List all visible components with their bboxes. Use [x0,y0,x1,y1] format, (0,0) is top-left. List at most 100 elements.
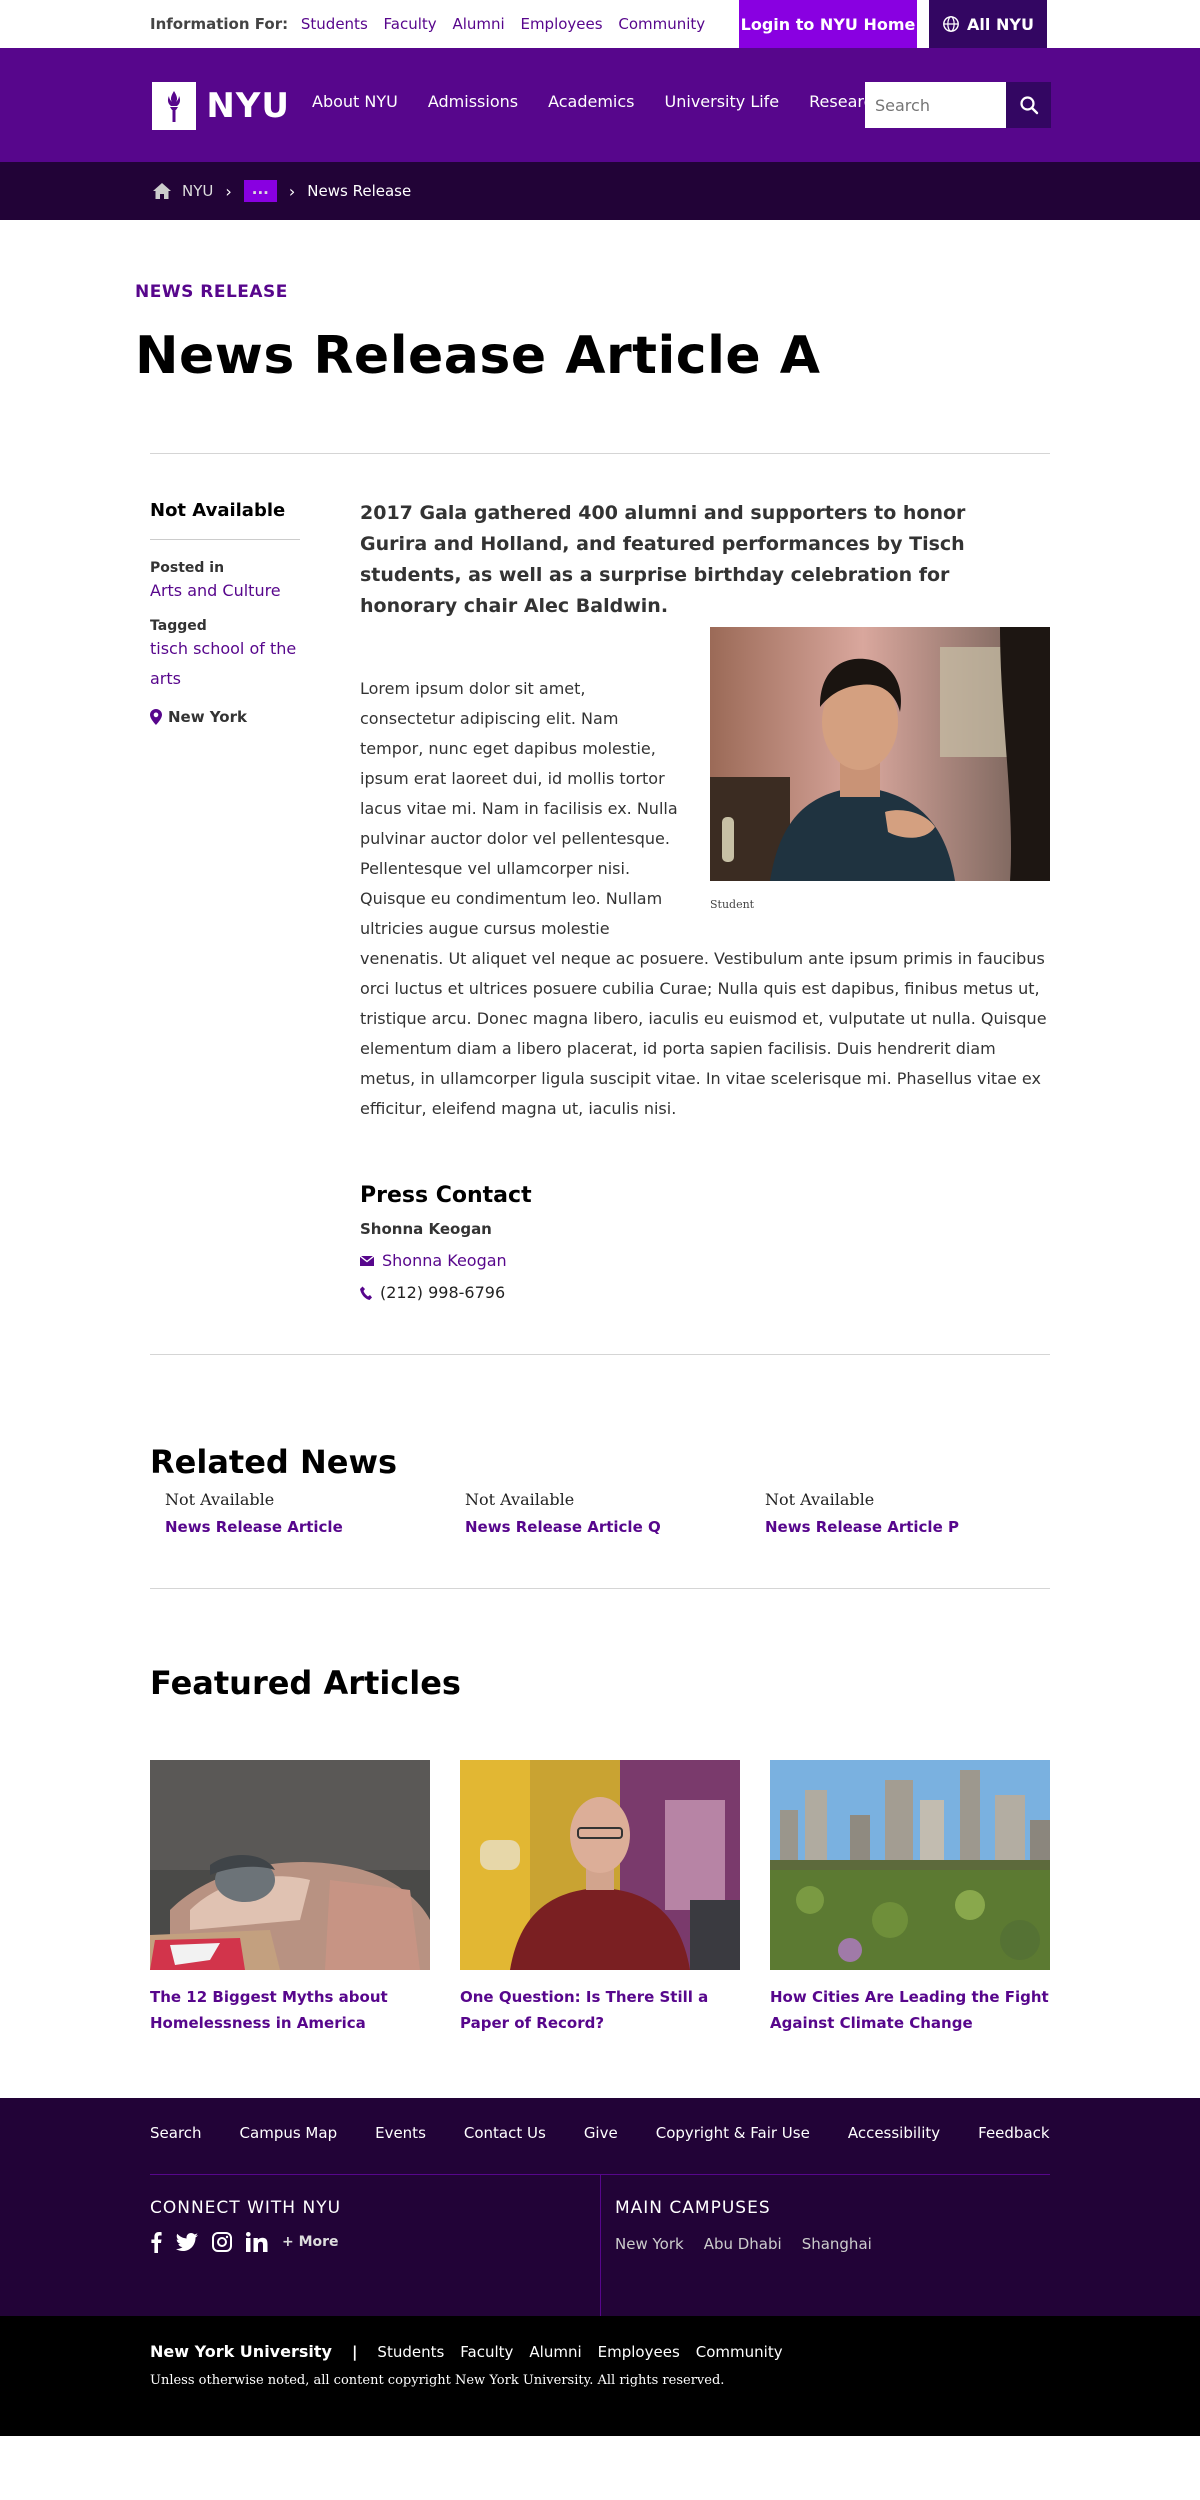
posted-in-label: Posted in [150,560,225,576]
featured-article-link[interactable]: One Question: Is There Still a Paper of … [460,1984,740,2036]
divider [150,453,1050,454]
breadcrumb-nyu[interactable]: NYU [182,182,213,200]
facebook-icon[interactable] [150,2231,162,2253]
search-icon [1019,96,1038,115]
footer-link-contact-us[interactable]: Contact Us [464,2124,546,2142]
audience-link-employees[interactable]: Employees [520,15,602,33]
related-status: Not Available [165,1490,275,1509]
information-for: Information For: Students Faculty Alumni… [150,15,716,33]
nav-about-nyu[interactable]: About NYU [312,92,398,111]
footer-column-divider [600,2174,601,2316]
audience-link-alumni[interactable]: Alumni [452,15,504,33]
press-contact: Press Contact Shonna Keogan Shonna Keoga… [360,1183,532,1302]
audience-link-community[interactable]: Community [618,15,705,33]
site-header: NYU About NYU Admissions Academics Unive… [0,48,1200,162]
nav-admissions[interactable]: Admissions [428,92,518,111]
twitter-icon[interactable] [176,2233,198,2251]
social-links: + More [150,2231,339,2253]
category-link[interactable]: Arts and Culture [150,576,300,606]
sidebar-status: Not Available [150,500,300,540]
press-phone-number: (212) 998-6796 [380,1283,506,1302]
all-nyu-button[interactable]: All NYU [929,0,1047,48]
audience-link-students[interactable]: Students [301,15,368,33]
copyright-notice: Unless otherwise noted, all content copy… [150,2373,725,2388]
connect-heading: CONNECT WITH NYU [150,2198,342,2218]
search-button[interactable] [1006,82,1051,128]
breadcrumb-current: News Release [307,182,412,200]
campuses-heading: MAIN CAMPUSES [615,2198,771,2218]
related-article-link[interactable]: News Release Article P [765,1518,1065,1536]
campus-link-new-york[interactable]: New York [615,2235,684,2253]
nav-university-life[interactable]: University Life [665,92,780,111]
bottom-link-faculty[interactable]: Faculty [460,2343,513,2361]
breadcrumb: NYU › ... › News Release [0,162,1200,220]
utility-bar: Information For: Students Faculty Alumni… [0,0,1200,48]
featured-image-climate[interactable] [770,1760,1050,1970]
press-email: Shonna Keogan [360,1251,532,1270]
bottom-link-employees[interactable]: Employees [598,2343,680,2361]
page-title: News Release Article A [135,326,821,386]
campus-links: New York Abu Dhabi Shanghai [615,2235,892,2253]
map-pin-icon [150,709,162,725]
bottom-bar: New York University | Students Faculty A… [0,2316,1200,2436]
linkedin-icon[interactable] [246,2232,268,2252]
article-kicker: NEWS RELEASE [135,282,288,302]
audience-link-faculty[interactable]: Faculty [384,15,437,33]
logo-text: NYU [206,86,290,126]
featured-card: How Cities Are Leading the Fight Against… [770,1760,1050,2036]
divider [150,1588,1050,1589]
social-more-link[interactable]: + More [282,2234,339,2250]
footer-link-campus-map[interactable]: Campus Map [240,2124,338,2142]
torch-icon [152,82,197,130]
search-box [865,82,1051,128]
nav-academics[interactable]: Academics [548,92,634,111]
breadcrumb-ellipsis-button[interactable]: ... [243,180,277,202]
press-email-link[interactable]: Shonna Keogan [382,1251,507,1270]
location-label: New York [168,708,247,726]
phone-icon [360,1286,372,1300]
separator: | [351,2342,358,2361]
list-item: Not Available News Release Article P [765,1490,1065,1536]
article-body: Lorem ipsum dolor sit amet, consectetur … [360,674,1052,1124]
campus-link-abu-dhabi[interactable]: Abu Dhabi [704,2235,782,2253]
bottom-link-students[interactable]: Students [377,2343,444,2361]
nyu-logo[interactable]: NYU [152,82,290,130]
login-nyu-home-button[interactable]: Login to NYU Home [739,0,917,48]
article-sidebar: Not Available Posted in Arts and Culture… [150,500,300,726]
chevron-right-icon: › [225,181,232,201]
related-article-link[interactable]: News Release Article Q [465,1518,765,1536]
site-footer: Search Campus Map Events Contact Us Give… [0,2098,1200,2316]
all-nyu-label: All NYU [967,14,1034,34]
footer-link-accessibility[interactable]: Accessibility [848,2124,940,2142]
footer-link-feedback[interactable]: Feedback [978,2124,1049,2142]
featured-article-link[interactable]: How Cities Are Leading the Fight Against… [770,1984,1050,2036]
featured-article-link[interactable]: The 12 Biggest Myths about Homelessness … [150,1984,430,2036]
related-news-heading: Related News [150,1443,398,1481]
globe-icon [943,16,959,32]
featured-image-paper-of-record[interactable] [460,1760,740,1970]
location: New York [150,708,300,726]
tag-link[interactable]: tisch school of the arts [150,634,300,694]
list-item: Not Available News Release Article Q [465,1490,765,1536]
footer-links: Search Campus Map Events Contact Us Give… [150,2124,1088,2142]
footer-link-events[interactable]: Events [375,2124,426,2142]
featured-articles-heading: Featured Articles [150,1664,461,1702]
footer-link-give[interactable]: Give [584,2124,618,2142]
related-article-link[interactable]: News Release Article [165,1518,465,1536]
envelope-icon [360,1255,374,1266]
bottom-link-community[interactable]: Community [696,2343,783,2361]
related-status: Not Available [465,1490,575,1509]
bottom-link-alumni[interactable]: Alumni [529,2343,581,2361]
featured-card: One Question: Is There Still a Paper of … [460,1760,740,2036]
instagram-icon[interactable] [212,2232,232,2252]
image-float-spacer [682,674,1052,944]
chevron-right-icon: › [288,181,296,201]
footer-link-search[interactable]: Search [150,2124,202,2142]
campus-link-shanghai[interactable]: Shanghai [802,2235,872,2253]
footer-link-copyright[interactable]: Copyright & Fair Use [656,2124,810,2142]
home-icon[interactable] [152,182,172,200]
related-news-list: Not Available News Release Article Not A… [165,1490,1065,1536]
search-input[interactable] [865,82,1006,128]
featured-image-homelessness[interactable] [150,1760,430,1970]
press-phone: (212) 998-6796 [360,1283,532,1302]
